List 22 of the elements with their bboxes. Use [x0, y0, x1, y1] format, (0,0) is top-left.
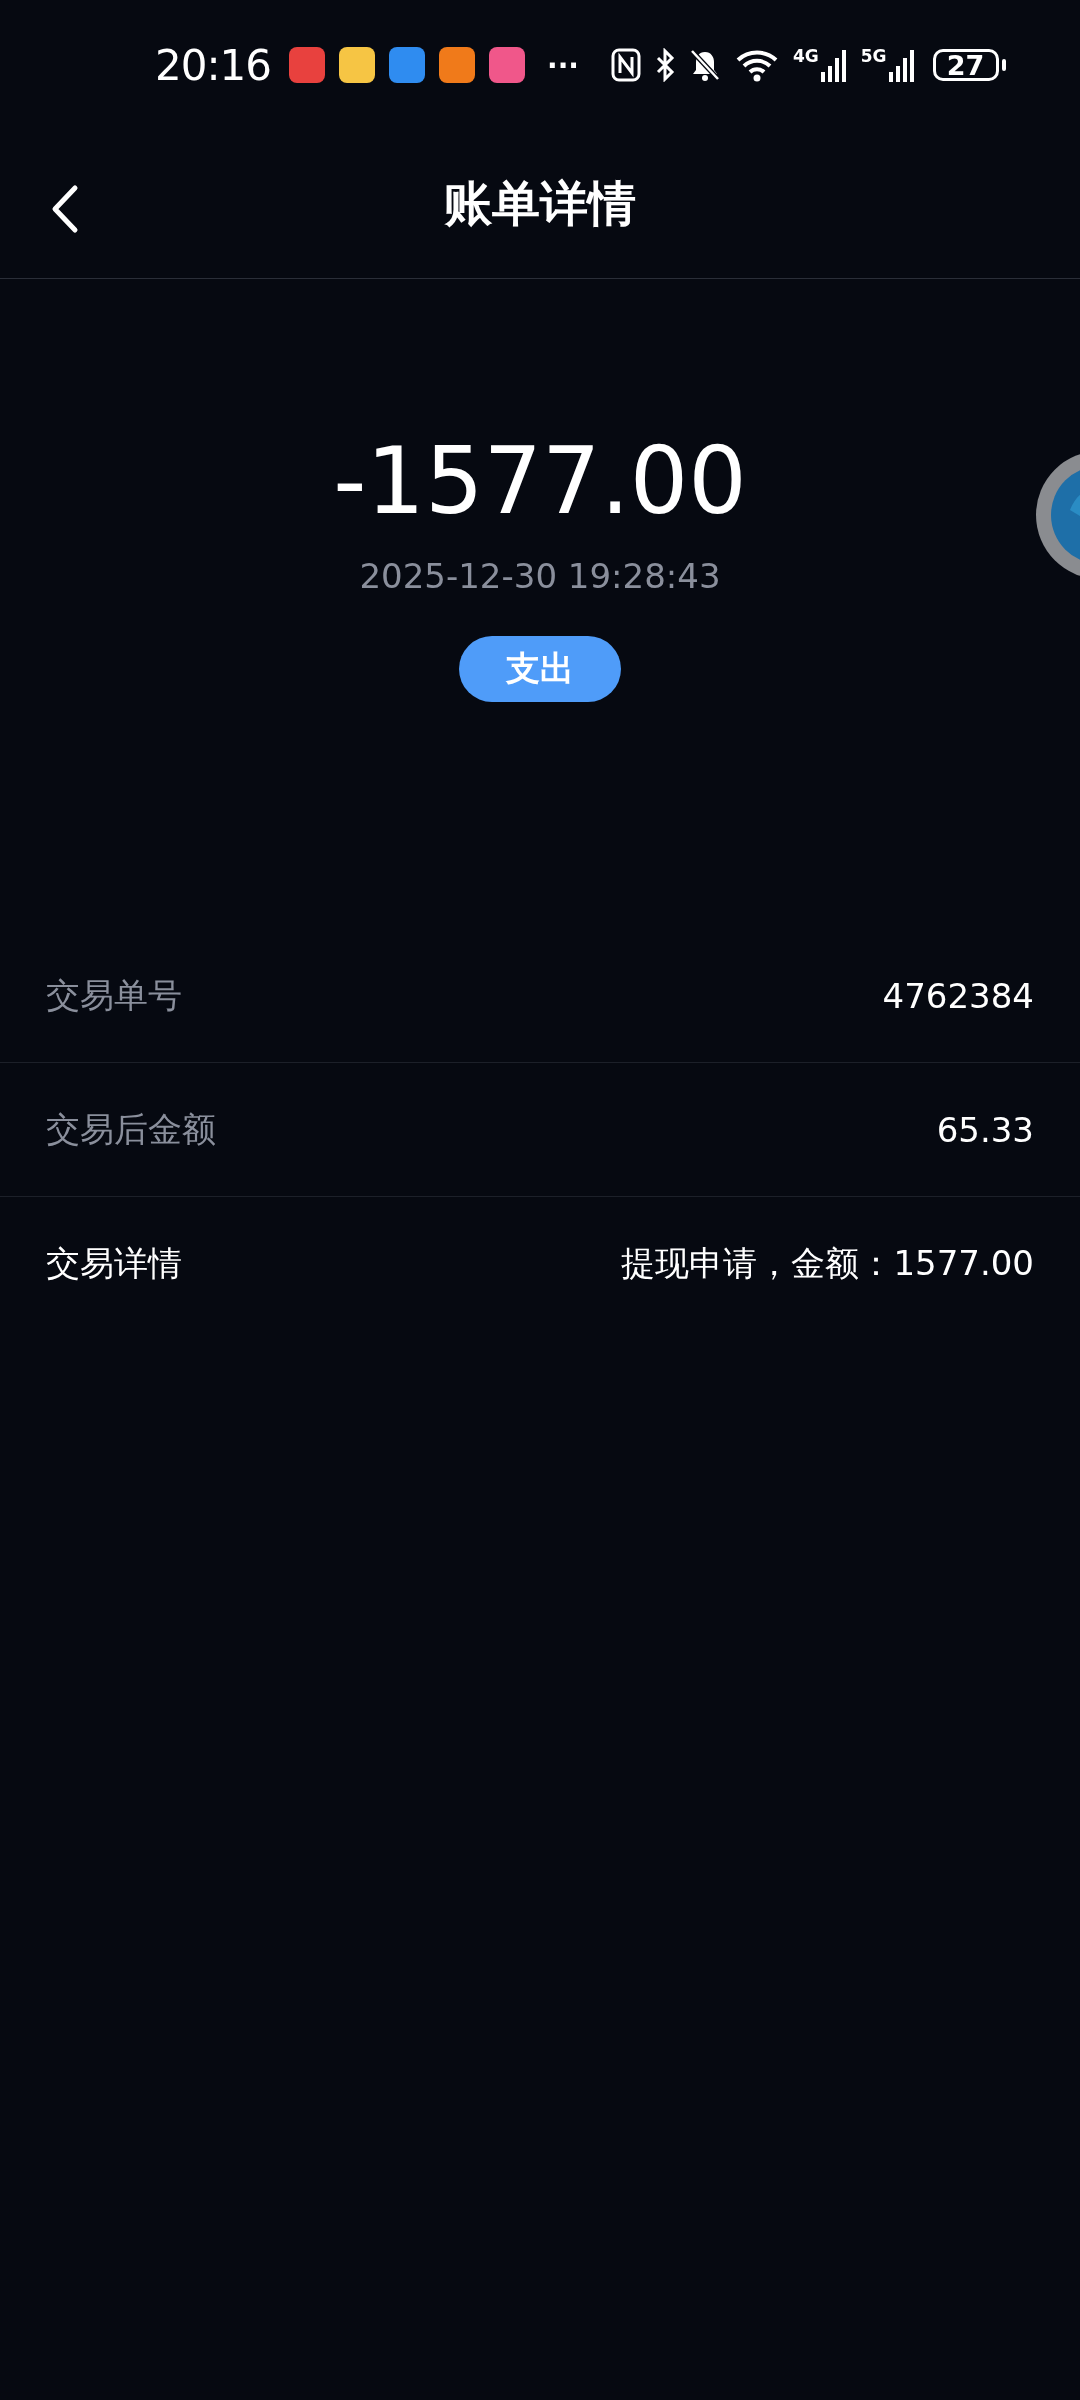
signal-icon — [888, 48, 915, 82]
network-type-label: 4G — [792, 48, 819, 65]
signal-icon — [820, 48, 847, 82]
detail-value: 提现申请，金额：1577.00 — [621, 1241, 1034, 1285]
clock-time: 20:16 — [155, 40, 272, 90]
battery-level: 27 — [932, 49, 999, 81]
detail-label: 交易详情 — [46, 1241, 182, 1285]
detail-value: 65.33 — [936, 1109, 1034, 1150]
network-type-label: 5G — [860, 48, 887, 65]
detail-label: 交易单号 — [46, 973, 182, 1017]
page-title: 账单详情 — [444, 174, 636, 233]
nfc-icon — [610, 48, 641, 82]
detail-label: 交易后金额 — [46, 1107, 216, 1151]
bluetooth-icon — [654, 48, 675, 82]
more-notifications-text: ··· — [547, 48, 579, 82]
transaction-time: 2025-12-30 19:28:43 — [359, 556, 721, 597]
type-badge: 支出 — [459, 636, 621, 703]
detail-value: 4762384 — [882, 975, 1034, 1016]
back-icon — [50, 184, 80, 234]
muted-bell-icon — [688, 48, 721, 82]
amount-text: -1577.00 — [333, 431, 747, 533]
wifi-icon — [734, 48, 779, 82]
